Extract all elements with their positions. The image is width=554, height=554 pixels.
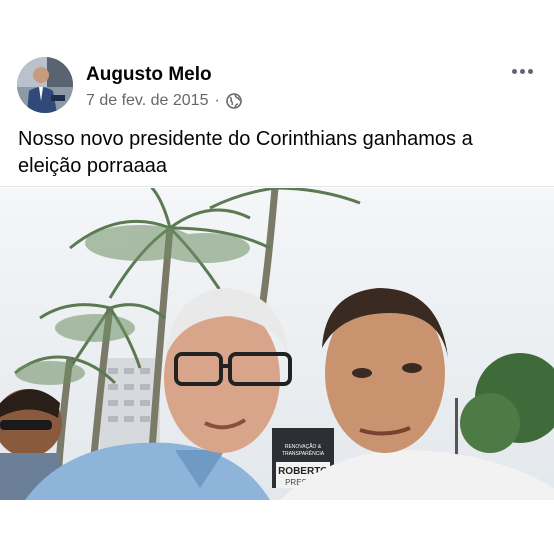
divider <box>0 186 554 187</box>
sign-text-line1: RENOVAÇÃO & <box>285 443 322 450</box>
globe-icon[interactable] <box>225 93 242 109</box>
post-photo[interactable]: RENOVAÇÃO & TRANSPARÊNCIA ROBERTO PRESID <box>0 188 554 500</box>
selfie-photo: RENOVAÇÃO & TRANSPARÊNCIA ROBERTO PRESID <box>0 188 554 500</box>
author-name[interactable]: Augusto Melo <box>86 64 212 86</box>
post-date[interactable]: 7 de fev. de 2015 <box>86 92 208 110</box>
more-options-icon[interactable] <box>510 64 534 78</box>
sign-text-line2: TRANSPARÊNCIA <box>282 449 325 457</box>
post-header: Augusto Melo 7 de fev. de 2015 · <box>0 52 554 118</box>
post-footer <box>0 500 554 554</box>
post-meta: 7 de fev. de 2015 · <box>86 92 242 110</box>
post-text: Nosso novo presidente do Corinthians gan… <box>18 128 473 177</box>
avatar-image <box>17 57 73 113</box>
meta-separator: · <box>214 92 220 109</box>
author-avatar[interactable] <box>17 57 73 113</box>
